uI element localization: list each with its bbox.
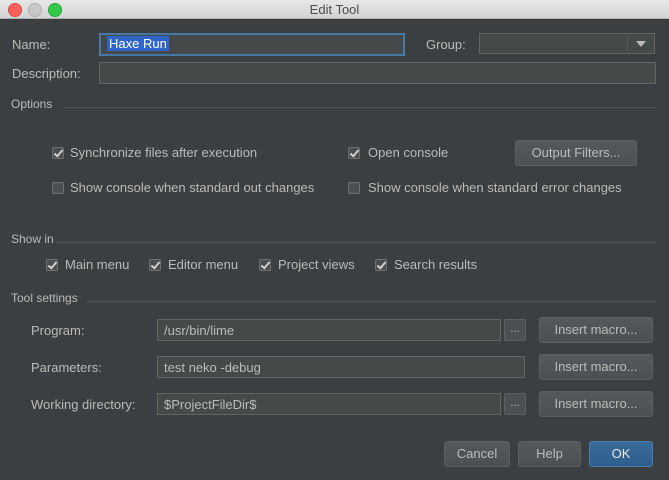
working-directory-insert-macro-button[interactable]: Insert macro... [539,391,653,417]
synchronize-files-checkbox[interactable] [52,147,64,159]
group-label: Group: [426,37,466,52]
main-menu-label: Main menu [65,257,130,272]
working-directory-label: Working directory: [31,397,136,412]
synchronize-files-label: Synchronize files after execution [70,145,258,160]
group-combobox[interactable] [479,33,655,54]
show-console-stderr-label: Show console when standard error changes [368,180,622,195]
project-views-label: Project views [278,257,355,272]
tool-settings-section-title: Tool settings [11,291,78,305]
program-insert-macro-button[interactable]: Insert macro... [539,317,653,343]
ok-button[interactable]: OK [589,441,653,467]
program-label: Program: [31,323,85,338]
description-label: Description: [12,66,81,81]
show-console-stdout-label: Show console when standard out changes [70,180,315,195]
output-filters-button[interactable]: Output Filters... [515,140,637,166]
edit-tool-dialog: Edit Tool Name: Haxe Run Group: Descript… [0,0,669,480]
name-label: Name: [12,37,51,52]
program-browse-button[interactable]: ... [504,319,526,341]
program-input[interactable]: /usr/bin/lime [157,319,501,341]
chevron-down-icon [636,41,646,47]
tool-settings-divider [86,301,656,302]
editor-menu-label: Editor menu [168,257,239,272]
name-input[interactable]: Haxe Run [99,33,405,56]
parameters-insert-macro-button[interactable]: Insert macro... [539,354,653,380]
open-console-checkbox[interactable] [348,147,360,159]
help-button[interactable]: Help [518,441,581,467]
options-divider [64,107,656,108]
editor-menu-checkbox[interactable] [149,259,161,271]
window-title: Edit Tool [309,2,360,17]
working-directory-browse-button[interactable]: ... [504,393,526,415]
title-bar: Edit Tool [0,0,669,19]
working-directory-input[interactable]: $ProjectFileDir$ [157,393,501,415]
show-console-stderr-checkbox[interactable] [348,182,360,194]
show-in-section-title: Show in [11,232,54,246]
open-console-label: Open console [368,145,449,160]
parameters-input[interactable]: test neko -debug [157,356,525,378]
group-combobox-separator [627,37,628,50]
show-in-divider [56,242,656,243]
name-input-value: Haxe Run [107,36,169,51]
search-results-checkbox[interactable] [375,259,387,271]
project-views-checkbox[interactable] [259,259,271,271]
show-console-stdout-checkbox[interactable] [52,182,64,194]
description-input[interactable] [99,62,656,84]
options-section-title: Options [11,97,53,111]
search-results-label: Search results [394,257,478,272]
main-menu-checkbox[interactable] [46,259,58,271]
cancel-button[interactable]: Cancel [444,441,510,467]
parameters-label: Parameters: [31,360,102,375]
